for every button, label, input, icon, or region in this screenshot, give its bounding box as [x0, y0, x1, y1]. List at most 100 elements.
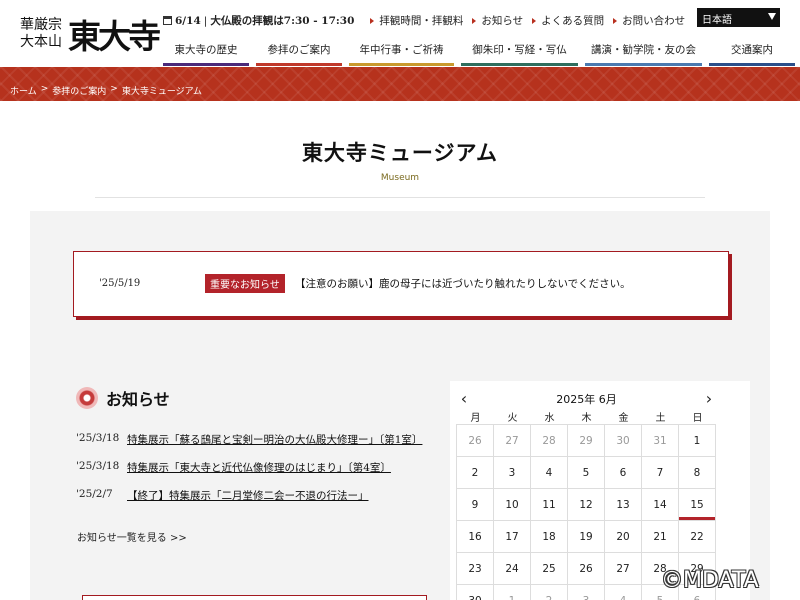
- calendar-day[interactable]: 27: [605, 553, 642, 585]
- breadcrumb-current: 東大寺ミュージアム: [121, 87, 203, 97]
- calendar-day[interactable]: 1: [679, 425, 716, 457]
- weekday-label: 木: [581, 413, 592, 424]
- breadcrumb-visit[interactable]: 参拝のご案内: [52, 84, 106, 97]
- calendar-day[interactable]: 29: [568, 425, 605, 457]
- calendar-day[interactable]: 22: [679, 521, 716, 553]
- calendar-day[interactable]: 18: [531, 521, 568, 553]
- calendar-day[interactable]: 15: [679, 489, 716, 521]
- news-link[interactable]: 【終了】特集展示「二月堂修二会ー不退の行法ー」: [127, 488, 369, 516]
- calendar-day[interactable]: 25: [531, 553, 568, 585]
- breadcrumb-band: ホーム > 参拝のご案内 > 東大寺ミュージアム: [0, 67, 800, 101]
- quick-link-contact[interactable]: お問い合わせ: [613, 13, 685, 28]
- calendar-day[interactable]: 16: [457, 521, 494, 553]
- logo-mark: 東大寺: [68, 17, 161, 56]
- calendar-day[interactable]: 3: [494, 457, 531, 489]
- site-header: 華厳宗大本山 東大寺 6/14 | 大仏殿の拝観は7:30 - 17:30 拝観…: [0, 0, 800, 67]
- arrow-icon: [472, 17, 477, 24]
- calendar-day[interactable]: 26: [457, 425, 494, 457]
- arrow-icon: [532, 17, 537, 24]
- notice-text[interactable]: 【注意のお願い】鹿の母子には近づいたり触れたりしないでください。: [295, 276, 631, 291]
- news-list: '25/3/18 特集展示「蘇る鴟尾と宝剣ー明治の大仏殿大修理ー」〔第1室〕 '…: [76, 432, 422, 516]
- calendar-day[interactable]: 30: [605, 425, 642, 457]
- quick-links: 拝観時間・拝観料 お知らせ よくある質問 お問い合わせ: [370, 13, 694, 28]
- calendar-day[interactable]: 4: [531, 457, 568, 489]
- calendar-day[interactable]: 19: [568, 521, 605, 553]
- calendar-weekdays: 月 火 水 木 金 土 日: [457, 409, 716, 424]
- list-item: '25/3/18 特集展示「東大寺と近代仏像修理のはじまり」〔第4室〕: [76, 460, 422, 488]
- breadcrumb: ホーム > 参拝のご案内 > 東大寺ミュージアム: [10, 84, 202, 97]
- calendar-day[interactable]: 7: [642, 457, 679, 489]
- calendar-day[interactable]: 2: [531, 585, 568, 600]
- news-link[interactable]: 特集展示「蘇る鴟尾と宝剣ー明治の大仏殿大修理ー」〔第1室〕: [127, 432, 422, 460]
- calendar-day[interactable]: 17: [494, 521, 531, 553]
- calendar-day[interactable]: 14: [642, 489, 679, 521]
- calendar-day[interactable]: 9: [457, 489, 494, 521]
- nav-goshuin[interactable]: 御朱印・写経・写仏: [461, 42, 578, 66]
- news-link[interactable]: 特集展示「東大寺と近代仏像修理のはじまり」〔第4室〕: [127, 460, 391, 488]
- info-separator: |: [203, 14, 208, 27]
- calendar-day[interactable]: 2: [457, 457, 494, 489]
- news-date: '25/3/18: [76, 432, 120, 444]
- nav-events[interactable]: 年中行事・ご祈祷: [349, 42, 454, 66]
- weekday-label: 水: [544, 413, 555, 424]
- calendar-day[interactable]: 20: [605, 521, 642, 553]
- news-heading: お知らせ: [76, 386, 170, 410]
- weekday-label: 火: [507, 413, 518, 424]
- breadcrumb-home[interactable]: ホーム: [10, 84, 37, 97]
- calendar-day[interactable]: 8: [679, 457, 716, 489]
- breadcrumb-separator: >: [110, 84, 118, 94]
- calendar-day[interactable]: 11: [531, 489, 568, 521]
- calendar-day[interactable]: 30: [457, 585, 494, 600]
- quick-link-hours[interactable]: 拝観時間・拝観料: [370, 13, 463, 28]
- nav-access[interactable]: 交通案内: [709, 42, 795, 66]
- info-date: 6/14: [175, 14, 201, 27]
- title-divider: [95, 197, 705, 198]
- calendar-day[interactable]: 10: [494, 489, 531, 521]
- prev-month-icon[interactable]: ‹: [456, 389, 472, 408]
- quick-link-faq[interactable]: よくある質問: [532, 13, 604, 28]
- calendar-day[interactable]: 5: [568, 457, 605, 489]
- nav-visit[interactable]: 参拝のご案内: [256, 42, 342, 66]
- important-notice[interactable]: '25/5/19 重要なお知らせ 【注意のお願い】鹿の母子には近づいたり触れたり…: [73, 251, 729, 317]
- caret-down-icon: [768, 13, 776, 20]
- calendar-day[interactable]: 1: [494, 585, 531, 600]
- bottom-panel: [82, 595, 427, 600]
- quick-link-news[interactable]: お知らせ: [472, 13, 523, 28]
- notice-badge: 重要なお知らせ: [205, 274, 285, 293]
- weekday-label: 日: [692, 413, 703, 424]
- arrow-icon: [370, 17, 375, 24]
- news-more-link[interactable]: お知らせ一覧を見る >>: [77, 529, 187, 544]
- weekday-label: 土: [655, 413, 666, 424]
- calendar-day[interactable]: 21: [642, 521, 679, 553]
- site-logo[interactable]: 華厳宗大本山 東大寺: [20, 10, 161, 58]
- calendar-icon: [163, 16, 172, 25]
- language-select[interactable]: 日本語: [697, 8, 780, 27]
- calendar-month: 2025年 6月: [556, 392, 617, 406]
- calendar-day[interactable]: 13: [605, 489, 642, 521]
- arrow-icon: [613, 17, 618, 24]
- nav-lectures[interactable]: 講演・勧学院・友の会: [585, 42, 702, 66]
- weekday-label: 月: [470, 413, 481, 424]
- calendar-day[interactable]: 24: [494, 553, 531, 585]
- flower-emblem-icon: [76, 387, 98, 409]
- news-date: '25/3/18: [76, 460, 120, 472]
- next-month-icon[interactable]: ›: [701, 389, 717, 408]
- hours-info: 6/14 | 大仏殿の拝観は7:30 - 17:30 拝観時間・拝観料 お知らせ…: [163, 13, 694, 28]
- calendar-day[interactable]: 28: [531, 425, 568, 457]
- nav-history[interactable]: 東大寺の歴史: [163, 42, 249, 66]
- page-subtitle: Museum: [380, 173, 420, 183]
- calendar-day[interactable]: 4: [605, 585, 642, 600]
- calendar-day[interactable]: 26: [568, 553, 605, 585]
- watermark: ©MDATA: [661, 568, 759, 593]
- calendar-day[interactable]: 31: [642, 425, 679, 457]
- news-date: '25/2/7: [76, 488, 113, 500]
- calendar-day[interactable]: 23: [457, 553, 494, 585]
- calendar-day[interactable]: 6: [605, 457, 642, 489]
- list-item: '25/3/18 特集展示「蘇る鴟尾と宝剣ー明治の大仏殿大修理ー」〔第1室〕: [76, 432, 422, 460]
- calendar-day[interactable]: 3: [568, 585, 605, 600]
- calendar-header: ‹ 2025年 6月 ›: [450, 389, 723, 408]
- language-select-value: 日本語: [702, 15, 732, 26]
- calendar-day[interactable]: 12: [568, 489, 605, 521]
- news-title: お知らせ: [106, 390, 170, 409]
- calendar-day[interactable]: 27: [494, 425, 531, 457]
